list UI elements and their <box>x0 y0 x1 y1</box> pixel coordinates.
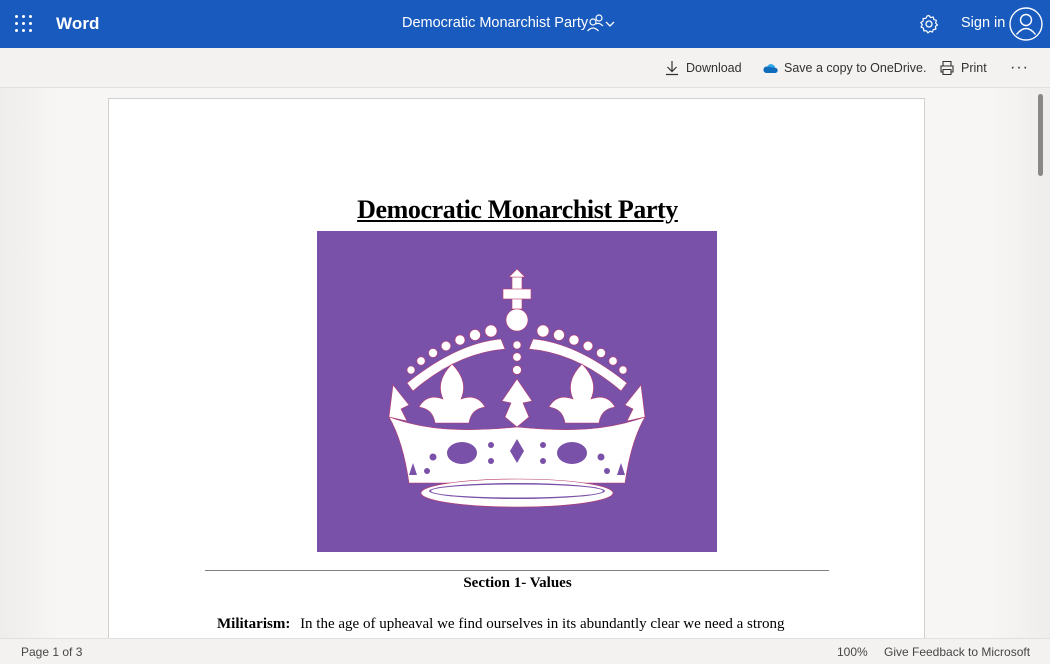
status-bar: Page 1 of 3 100% Give Feedback to Micros… <box>0 638 1050 664</box>
zoom-level[interactable]: 100% <box>837 645 868 659</box>
document-title[interactable]: Democratic Monarchist Party <box>402 15 588 31</box>
more-options-button[interactable]: ··· <box>1010 48 1029 88</box>
paragraph-label: Militarism: <box>217 616 291 632</box>
print-label: Print <box>961 61 987 75</box>
settings-gear-icon[interactable] <box>918 13 940 35</box>
body-paragraph: Militarism: In the age of upheaval we fi… <box>217 616 784 633</box>
document-heading: Democratic Monarchist Party <box>357 195 678 224</box>
command-bar: Download Save a copy to OneDrive. Print … <box>0 48 1050 88</box>
app-name[interactable]: Word <box>56 14 100 34</box>
download-label: Download <box>686 61 742 75</box>
download-button[interactable]: Download <box>664 48 742 88</box>
crown-icon <box>388 268 646 508</box>
horizontal-rule <box>205 570 829 571</box>
vertical-scrollbar[interactable] <box>1038 94 1043 176</box>
save-copy-onedrive-button[interactable]: Save a copy to OneDrive. <box>762 48 926 88</box>
download-icon <box>666 61 678 76</box>
save-copy-label: Save a copy to OneDrive. <box>784 61 927 75</box>
page-indicator: Page 1 of 3 <box>21 645 83 659</box>
sign-in-link[interactable]: Sign in <box>961 15 1005 31</box>
document-canvas[interactable]: Democratic Monarchist Party Section 1- V… <box>0 88 1050 638</box>
paragraph-text: In the age of upheaval we find ourselves… <box>300 616 785 632</box>
share-people-icon[interactable] <box>586 13 616 35</box>
app-header: Word Democratic Monarchist Party Sign in <box>0 0 1050 48</box>
chevron-down-icon <box>605 21 615 27</box>
crown-image <box>317 231 717 552</box>
print-button[interactable]: Print <box>939 48 987 88</box>
section-heading: Section 1- Values <box>463 575 572 591</box>
app-launcher-icon[interactable] <box>14 14 34 34</box>
onedrive-cloud-icon <box>763 64 778 73</box>
document-page: Democratic Monarchist Party Section 1- V… <box>108 98 925 638</box>
print-icon <box>940 60 954 76</box>
give-feedback-link[interactable]: Give Feedback to Microsoft <box>884 645 1030 659</box>
user-avatar-icon[interactable] <box>1009 7 1043 41</box>
